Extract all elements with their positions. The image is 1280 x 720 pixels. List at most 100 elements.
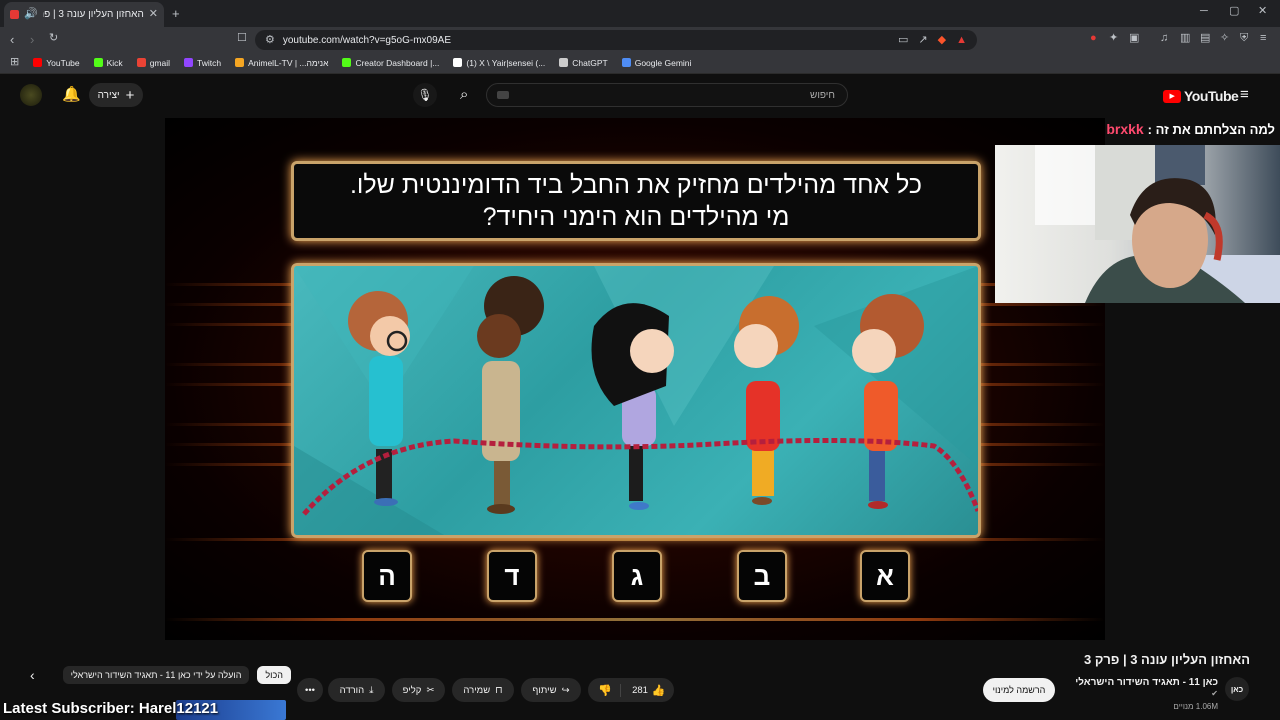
video-title: האחזון העליון עונה 3 | פרק 3 xyxy=(1084,652,1250,667)
bookmark-item[interactable]: (1) X \ Yair|sensei (... xyxy=(453,58,545,68)
download-button[interactable]: הורדה ⤓ xyxy=(328,678,385,702)
menu-icon[interactable]: ≡ xyxy=(1260,33,1266,44)
search-icon[interactable]: ⌕ xyxy=(460,86,468,103)
subscriber-count: 1.06M מנויים xyxy=(1173,702,1218,711)
new-tab-button[interactable]: + xyxy=(172,7,180,20)
media-icon[interactable]: ♫ xyxy=(1160,33,1168,44)
site-info-icon[interactable]: ⚙ xyxy=(265,34,275,46)
youtube-logo[interactable]: ▶ YouTube xyxy=(1163,88,1239,104)
streamer-username: brxkk xyxy=(1106,121,1144,137)
chip-all[interactable]: הכול xyxy=(257,666,291,684)
children-rope-illustration xyxy=(294,266,978,535)
extensions-icon[interactable]: ✦ xyxy=(1109,33,1118,44)
anime-site-icon xyxy=(235,58,245,67)
search-input[interactable]: חיפוש xyxy=(486,83,848,107)
subscribe-button[interactable]: הרשמה למינוי xyxy=(983,678,1055,702)
bookmark-item[interactable]: Google Gemini xyxy=(621,58,691,68)
dislike-button[interactable]: 👎 xyxy=(590,683,622,697)
plus-icon: + xyxy=(125,86,135,104)
thumbs-up-icon: 👍 xyxy=(651,684,666,697)
kick-icon xyxy=(342,58,352,67)
gmail-icon xyxy=(136,58,146,67)
stage-light-stripe xyxy=(165,538,1105,541)
child-2-figure xyxy=(477,276,544,514)
close-tab-icon[interactable]: ✕ xyxy=(149,9,158,20)
more-actions-button[interactable]: ••• xyxy=(297,678,323,702)
bookmarks-bar: ⊞ YouTube Kick gmail Twitch AnimelL-TV |… xyxy=(0,52,1280,74)
like-count: 281 xyxy=(632,684,648,696)
chips-scroll-left-icon[interactable]: ‹ xyxy=(30,668,35,682)
verified-icon: ✔ xyxy=(1211,689,1218,698)
sidebar-icon[interactable]: ▥ xyxy=(1180,33,1190,44)
back-icon[interactable]: ‹ xyxy=(10,33,14,46)
scissors-icon: ✂ xyxy=(426,684,435,696)
avatar[interactable] xyxy=(20,84,42,106)
brave-rewards-icon[interactable]: ▲ xyxy=(956,34,967,46)
tab-title: האחזון העליון עונה 3 | פרק 3 xyxy=(43,9,144,20)
brave-shields-icon[interactable]: ◆ xyxy=(938,34,946,46)
clip-button[interactable]: קליפ ✂ xyxy=(392,678,445,702)
notifications-bell-icon[interactable]: 🔔 xyxy=(62,87,81,102)
gemini-icon xyxy=(621,58,631,67)
illustration-panel xyxy=(291,263,981,538)
close-window-icon[interactable]: ✕ xyxy=(1258,6,1267,17)
reload-icon[interactable]: ↻ xyxy=(49,33,58,44)
bookmark-item[interactable]: Creator Dashboard |... xyxy=(342,58,439,68)
chatgpt-icon xyxy=(559,58,569,67)
share-button[interactable]: שיתוף ↪ xyxy=(521,678,581,702)
screenshot-icon[interactable]: ▣ xyxy=(1129,33,1139,44)
wallet-icon[interactable]: ▤ xyxy=(1200,33,1210,44)
browser-tab-strip: 🔊 האחזון העליון עונה 3 | פרק 3 ✕ + ─ ▢ ✕ xyxy=(0,0,1280,27)
url-text: youtube.com/watch?v=g5oG-mx09AE xyxy=(282,34,452,46)
kick-icon xyxy=(93,58,103,67)
download-icon: ⤓ xyxy=(369,684,374,696)
bookmark-item[interactable]: gmail xyxy=(136,58,170,68)
share-page-icon[interactable]: ↗ xyxy=(918,34,927,46)
stage-light-stripe xyxy=(165,618,1105,621)
bookmark-item[interactable]: Kick xyxy=(93,58,123,68)
voice-search-icon[interactable]: 🎙 xyxy=(413,83,437,107)
play-logo-icon: ▶ xyxy=(1163,89,1181,103)
question-line-2: מי מהילדים הוא הימני היחיד? xyxy=(482,203,790,231)
bookmark-item[interactable]: ChatGPT xyxy=(559,58,608,68)
leo-ai-icon[interactable]: ✧ xyxy=(1220,33,1229,44)
vpn-shield-icon[interactable]: ⛨ xyxy=(1240,33,1248,44)
address-bar[interactable]: ⚙ youtube.com/watch?v=g5oG-mx09AE ▭ ↗ ◆ … xyxy=(255,30,977,50)
forward-icon[interactable]: › xyxy=(30,33,34,46)
minimize-icon[interactable]: ─ xyxy=(1200,6,1208,17)
bookmark-icon[interactable]: ☐ xyxy=(237,33,247,44)
apps-grid-icon[interactable]: ⊞ xyxy=(10,57,19,68)
hamburger-menu-icon[interactable]: ≡ xyxy=(1240,87,1249,102)
audio-playing-icon[interactable]: 🔊 xyxy=(24,9,38,20)
answer-option-bet[interactable]: ב xyxy=(737,550,787,602)
save-bookmark-icon: ⊓ xyxy=(495,684,503,696)
chip-uploaded-by[interactable]: הועלה על ידי כאן 11 - תאגיד השידור הישרא… xyxy=(62,666,250,684)
channel-avatar[interactable]: כאן xyxy=(1225,677,1249,701)
answer-option-he[interactable]: ה xyxy=(362,550,412,602)
child-1-figure xyxy=(348,291,410,506)
answer-option-dalet[interactable]: ד xyxy=(487,550,537,602)
video-player[interactable]: כל אחד מהילדים מחזיק את החבל ביד הדומיננ… xyxy=(165,118,1105,640)
like-dislike-group: 👎 281 👍 xyxy=(588,678,674,702)
install-app-icon[interactable]: ▭ xyxy=(898,34,908,46)
bookmark-item[interactable]: YouTube xyxy=(33,58,80,68)
keyboard-icon[interactable] xyxy=(497,91,509,99)
x-icon xyxy=(453,58,463,67)
create-button[interactable]: יצירה + xyxy=(89,83,143,107)
maximize-icon[interactable]: ▢ xyxy=(1229,6,1239,17)
bookmark-item[interactable]: AnimelL-TV | ...אנימה xyxy=(235,58,328,68)
save-button[interactable]: שמירה ⊓ xyxy=(452,678,514,702)
bookmark-item[interactable]: Twitch xyxy=(184,58,221,68)
youtube-favicon-icon xyxy=(10,10,19,19)
browser-tab[interactable]: 🔊 האחזון העליון עונה 3 | פרק 3 ✕ xyxy=(4,2,164,27)
share-icon: ↪ xyxy=(561,684,570,696)
like-button[interactable]: 281 👍 xyxy=(626,684,672,697)
channel-info: כאן 11 - תאגיד השידור הישראלי ✔ 1.06M מנ… xyxy=(1068,677,1218,711)
record-icon[interactable]: ● xyxy=(1090,33,1097,44)
answer-option-gimel[interactable]: ג xyxy=(612,550,662,602)
webcam-person-image xyxy=(1035,145,1280,303)
channel-name[interactable]: כאן 11 - תאגיד השידור הישראלי ✔ xyxy=(1068,677,1218,699)
latest-subscriber-overlay: Latest Subscriber: Harel12121 xyxy=(3,700,219,717)
answer-option-alef[interactable]: א xyxy=(860,550,910,602)
twitch-icon xyxy=(184,58,193,67)
